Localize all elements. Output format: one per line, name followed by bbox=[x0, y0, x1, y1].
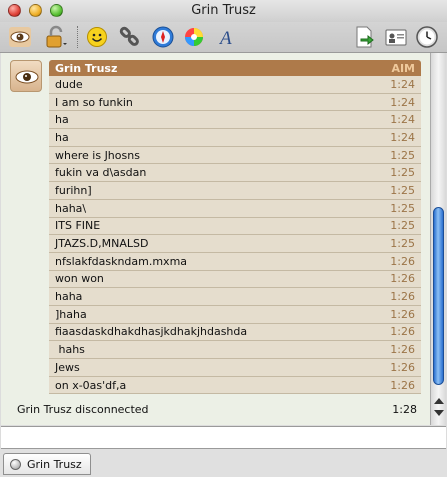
message-text: ITS FINE bbox=[55, 219, 101, 233]
message-text: ha bbox=[55, 130, 69, 144]
message-text: ]haha bbox=[55, 307, 87, 321]
message-line: won won 1:26 bbox=[49, 270, 421, 289]
font-icon[interactable]: A bbox=[213, 24, 239, 50]
message-line: dude 1:24 bbox=[49, 76, 421, 94]
vertical-scrollbar[interactable] bbox=[430, 53, 446, 425]
scroll-down-arrow[interactable] bbox=[434, 410, 444, 416]
message-time: 1:25 bbox=[390, 219, 415, 233]
message-time: 1:26 bbox=[390, 307, 415, 321]
lock-icon[interactable] bbox=[42, 24, 68, 50]
message-line: ]haha 1:26 bbox=[49, 305, 421, 324]
message-line: fukin va d\asdan 1:25 bbox=[49, 164, 421, 183]
message-text: Jews bbox=[55, 360, 80, 374]
message-time: 1:26 bbox=[390, 290, 415, 304]
message-line: hahs 1:26 bbox=[49, 341, 421, 359]
buddy-avatar bbox=[10, 60, 42, 92]
send-file-icon[interactable] bbox=[351, 24, 377, 50]
message-time: 1:26 bbox=[390, 325, 415, 339]
message-text: haha\ bbox=[55, 201, 87, 215]
scrollbar-thumb[interactable] bbox=[433, 207, 444, 385]
message-time: 1:26 bbox=[390, 254, 415, 268]
message-history: Grin Trusz AIM dude 1:24 I am so funkin 1:… bbox=[1, 53, 430, 425]
window-title: Grin Trusz bbox=[191, 3, 256, 18]
toolbar: A bbox=[0, 22, 447, 53]
message-line: ha 1:24 bbox=[49, 111, 421, 130]
link-icon[interactable] bbox=[117, 24, 143, 50]
eye-icon[interactable] bbox=[7, 24, 33, 50]
message-time: 1:26 bbox=[390, 343, 415, 357]
tab-bar: Grin Trusz bbox=[0, 449, 447, 477]
chat-window: Grin Trusz A Grin Trusz AIM dude 1:24 I … bbox=[0, 0, 447, 477]
message-time: 1:25 bbox=[390, 183, 415, 197]
message-line: JTAZS.D,MNALSD 1:25 bbox=[49, 235, 421, 253]
status-text: Grin Trusz disconnected bbox=[17, 403, 149, 416]
message-text: won won bbox=[55, 272, 104, 286]
message-time: 1:24 bbox=[390, 77, 415, 91]
message-text: I am so funkin bbox=[55, 95, 133, 109]
message-time: 1:25 bbox=[390, 237, 415, 251]
message-time: 1:25 bbox=[390, 148, 415, 162]
message-time: 1:26 bbox=[390, 378, 415, 392]
message-line: on x-0as'df,a 1:26 bbox=[49, 376, 421, 395]
message-text: JTAZS.D,MNALSD bbox=[55, 237, 149, 251]
message-text: fiaasdaskdhakdhasjkdhakjhdashda bbox=[55, 325, 248, 339]
message-line: haha\ 1:25 bbox=[49, 199, 421, 218]
service-label: AIM bbox=[391, 61, 415, 75]
message-text: fukin va d\asdan bbox=[55, 166, 147, 180]
message-line: furihn] 1:25 bbox=[49, 182, 421, 200]
message-time: 1:25 bbox=[390, 166, 415, 180]
message-time: 1:24 bbox=[390, 130, 415, 144]
message-group: Grin Trusz AIM dude 1:24 I am so funkin 1:… bbox=[49, 60, 421, 395]
title-bar: Grin Trusz bbox=[0, 0, 447, 22]
message-text: dude bbox=[55, 77, 83, 91]
tab-grin-trusz[interactable]: Grin Trusz bbox=[3, 453, 91, 475]
message-line: fiaasdaskdhakdhasjkdhakjhdashda 1:26 bbox=[49, 323, 421, 342]
message-line: haha 1:26 bbox=[49, 288, 421, 306]
message-time: 1:26 bbox=[390, 272, 415, 286]
message-line: nfslakfdaskndam.mxma 1:26 bbox=[49, 252, 421, 271]
smiley-icon[interactable] bbox=[85, 24, 111, 50]
message-line: I am so funkin 1:24 bbox=[49, 93, 421, 112]
message-time: 1:24 bbox=[390, 95, 415, 109]
clock-icon[interactable] bbox=[414, 24, 440, 50]
toolbar-separator bbox=[77, 26, 79, 48]
sender-name: Grin Trusz bbox=[55, 61, 118, 75]
message-line: where is Jhosns 1:25 bbox=[49, 146, 421, 165]
message-text: hahs bbox=[55, 343, 85, 357]
scroll-up-arrow[interactable] bbox=[434, 398, 444, 404]
message-input[interactable] bbox=[1, 426, 446, 449]
message-text: on x-0as'df,a bbox=[55, 378, 127, 392]
message-time: 1:26 bbox=[390, 360, 415, 374]
message-header: Grin Trusz AIM bbox=[49, 60, 421, 76]
svg-text:A: A bbox=[218, 28, 232, 49]
status-time: 1:28 bbox=[392, 403, 417, 416]
message-line: ha 1:24 bbox=[49, 129, 421, 147]
contact-info-icon[interactable] bbox=[383, 24, 409, 50]
message-text: furihn] bbox=[55, 183, 92, 197]
tab-label: Grin Trusz bbox=[27, 457, 82, 471]
message-time: 1:25 bbox=[390, 201, 415, 215]
compass-icon[interactable] bbox=[150, 24, 176, 50]
message-line: ITS FINE 1:25 bbox=[49, 217, 421, 236]
message-text: where is Jhosns bbox=[55, 148, 140, 162]
message-time: 1:24 bbox=[390, 113, 415, 127]
tab-status-icon bbox=[10, 458, 21, 470]
message-text: ha bbox=[55, 113, 69, 127]
message-text: nfslakfdaskndam.mxma bbox=[55, 254, 188, 268]
color-wheel-icon[interactable] bbox=[181, 24, 207, 50]
status-message: Grin Trusz disconnected 1:28 bbox=[17, 403, 417, 416]
message-line: Jews 1:26 bbox=[49, 359, 421, 377]
message-text: haha bbox=[55, 290, 83, 304]
